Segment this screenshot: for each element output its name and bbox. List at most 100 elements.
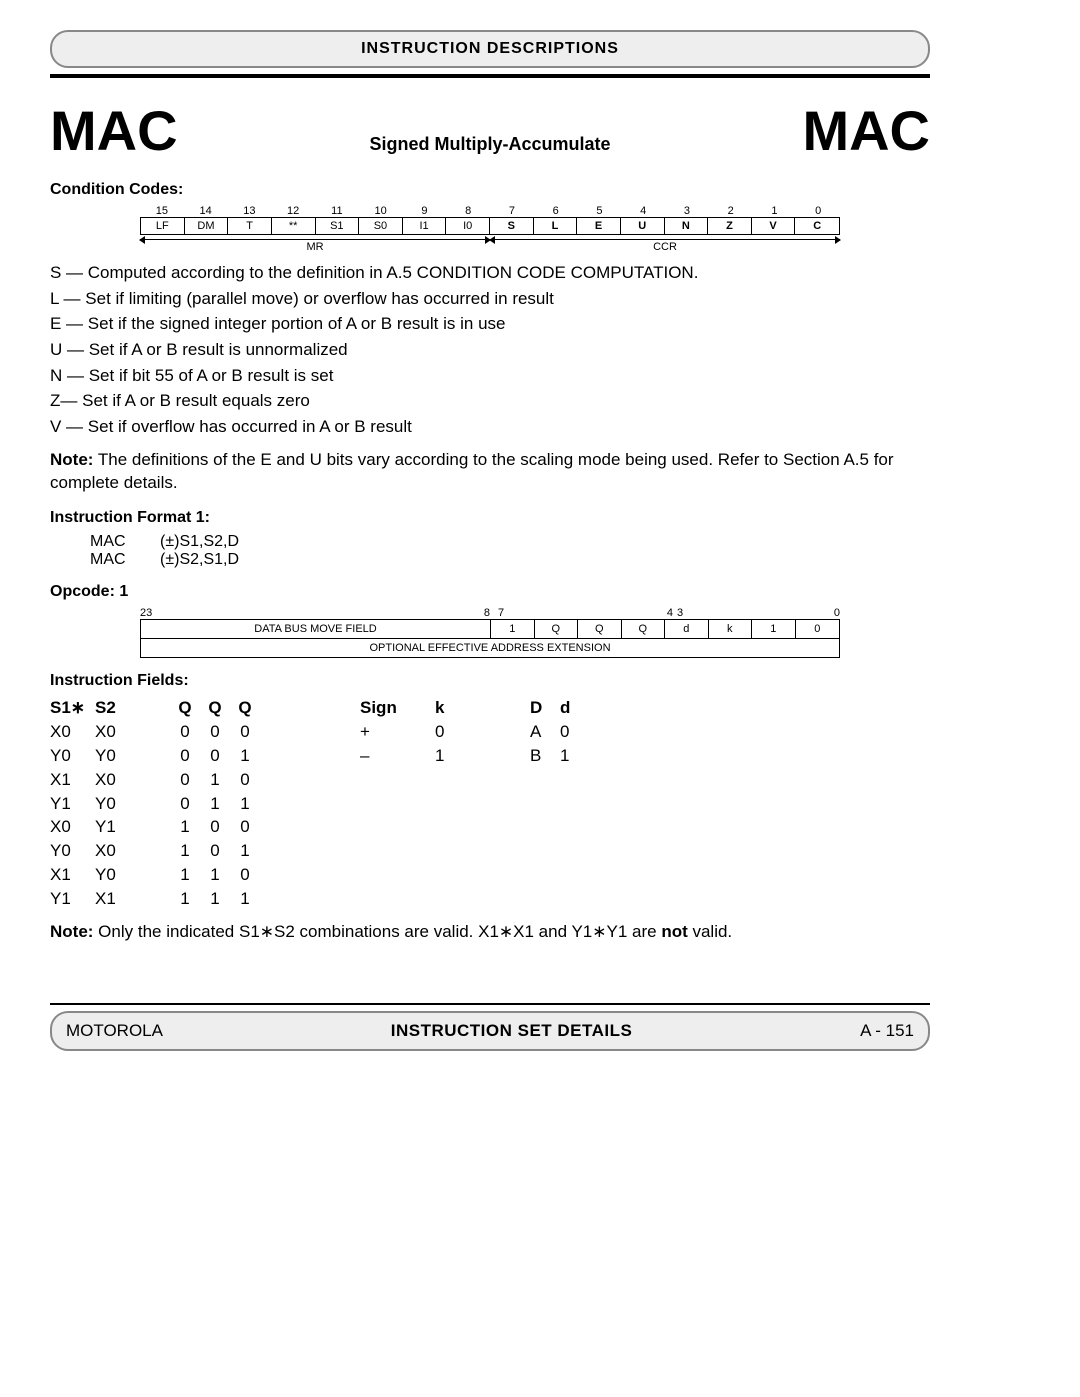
fields-row: X0 X0 0 0 0 + 0 A 0 xyxy=(50,720,930,744)
format-row: MAC (±)S2,S1,D xyxy=(90,551,930,569)
cc-line: S — Computed according to the definition… xyxy=(50,261,930,286)
footer-rule xyxy=(50,1003,930,1005)
fields-row: X1 X0 0 1 0 xyxy=(50,768,930,792)
f-k: 1 xyxy=(435,744,470,768)
bitnum: 11 xyxy=(315,205,359,217)
ccr-bit: DM xyxy=(185,218,229,234)
bitnum: 6 xyxy=(534,205,578,217)
f-s2: Y0 xyxy=(95,863,170,887)
opcode-bit: 0 xyxy=(796,620,840,638)
ccr-bit: N xyxy=(665,218,709,234)
ccr-label: CCR xyxy=(653,241,677,253)
cc-line: E — Set if the signed integer portion of… xyxy=(50,312,930,337)
mr-arrow xyxy=(140,239,490,241)
f-q: 1 xyxy=(170,887,200,911)
opcode-bit: d xyxy=(665,620,709,638)
bitnum: 1 xyxy=(753,205,797,217)
f-q: 1 xyxy=(230,744,260,768)
bitnum: 10 xyxy=(359,205,403,217)
f-s2: X0 xyxy=(95,720,170,744)
f-d: 1 xyxy=(560,744,580,768)
instruction-format-heading: Instruction Format 1: xyxy=(50,509,930,527)
hdr-q: Q xyxy=(170,696,200,720)
fields-row: Y0 Y0 0 0 1 – 1 B 1 xyxy=(50,744,930,768)
opcode-bit: 1 xyxy=(491,620,535,638)
f-s2: X1 xyxy=(95,887,170,911)
instruction-fields-heading: Instruction Fields: xyxy=(50,672,930,690)
fields-row: X1 Y0 1 1 0 xyxy=(50,863,930,887)
f-q: 0 xyxy=(200,839,230,863)
mr-ccr-labels: MR CCR xyxy=(140,237,840,253)
f-s1: Y1 xyxy=(50,792,95,816)
instruction-title-row: MAC Signed Multiply-Accumulate MAC xyxy=(50,98,930,163)
f-s2: X0 xyxy=(95,768,170,792)
ccr-bit: S0 xyxy=(359,218,403,234)
ccr-bit: L xyxy=(534,218,578,234)
ccr-bit: LF xyxy=(141,218,185,234)
hdr-s1: S1∗ xyxy=(50,696,95,720)
note-text-pre: Only the indicated S1∗S2 combinations ar… xyxy=(93,922,661,941)
instruction-fields-note: Note: Only the indicated S1∗S2 combinati… xyxy=(50,921,930,944)
f-q: 0 xyxy=(170,768,200,792)
cc-line: Z— Set if A or B result equals zero xyxy=(50,389,930,414)
ccr-bit: I0 xyxy=(446,218,490,234)
opcode-bitnum: 7 xyxy=(494,607,652,619)
ccr-bit-numbers: 15 14 13 12 11 10 9 8 7 6 5 4 3 2 1 0 xyxy=(140,205,840,217)
ccr-bit: Z xyxy=(708,218,752,234)
fields-row: Y0 X0 1 0 1 xyxy=(50,839,930,863)
opcode-bitnum: 0 xyxy=(698,607,840,619)
hdr-s2: S2 xyxy=(95,696,170,720)
f-s1: X1 xyxy=(50,768,95,792)
opcode-bit-numbers: 23 8 7 4 3 0 xyxy=(140,607,840,619)
note-text: The definitions of the E and U bits vary… xyxy=(50,450,894,492)
f-q: 0 xyxy=(170,792,200,816)
ccr-bit: U xyxy=(621,218,665,234)
bitnum: 8 xyxy=(446,205,490,217)
f-q: 1 xyxy=(230,792,260,816)
opcode-bit: 1 xyxy=(752,620,796,638)
format-mnemonic: MAC xyxy=(90,551,160,569)
bitnum: 13 xyxy=(228,205,272,217)
ccr-arrow xyxy=(490,239,840,241)
f-q: 0 xyxy=(230,815,260,839)
f-q: 0 xyxy=(230,768,260,792)
mnemonic-right: MAC xyxy=(802,98,930,163)
note-label: Note: xyxy=(50,922,93,941)
f-q: 1 xyxy=(230,887,260,911)
page-header-title: INSTRUCTION DESCRIPTIONS xyxy=(361,40,619,57)
f-D: B xyxy=(530,744,560,768)
cc-line: V — Set if overflow has occurred in A or… xyxy=(50,415,930,440)
f-q: 1 xyxy=(200,887,230,911)
f-q: 0 xyxy=(200,815,230,839)
hdr-k: k xyxy=(435,696,470,720)
opcode-diagram: 23 8 7 4 3 0 DATA BUS MOVE FIELD 1 Q Q Q… xyxy=(140,607,840,658)
bitnum: 9 xyxy=(403,205,447,217)
bitnum: 7 xyxy=(490,205,534,217)
f-s2: Y1 xyxy=(95,815,170,839)
note-text-post: valid. xyxy=(688,922,732,941)
fields-header-row: S1∗ S2 Q Q Q Sign k D d xyxy=(50,696,930,720)
opcode-bit: Q xyxy=(578,620,622,638)
f-s1: Y0 xyxy=(50,839,95,863)
condition-codes-note: Note: The definitions of the E and U bit… xyxy=(50,449,930,495)
f-q: 1 xyxy=(230,839,260,863)
f-q: 0 xyxy=(230,720,260,744)
f-s2: Y0 xyxy=(95,744,170,768)
opcode-bitnum: 4 xyxy=(652,607,673,619)
ccr-bit: I1 xyxy=(403,218,447,234)
f-q: 1 xyxy=(200,792,230,816)
instruction-format-body: MAC (±)S1,S2,D MAC (±)S2,S1,D xyxy=(90,533,930,569)
page-header-frame: INSTRUCTION DESCRIPTIONS xyxy=(50,30,930,68)
format-row: MAC (±)S1,S2,D xyxy=(90,533,930,551)
opcode-bitnum: 23 xyxy=(140,607,434,619)
ccr-bit: T xyxy=(228,218,272,234)
opcode-bit: Q xyxy=(535,620,579,638)
opcode-row-2: OPTIONAL EFFECTIVE ADDRESS EXTENSION xyxy=(140,639,840,658)
f-s1: X0 xyxy=(50,720,95,744)
ccr-bit: ** xyxy=(272,218,316,234)
hdr-d: d xyxy=(560,696,580,720)
f-d: 0 xyxy=(560,720,580,744)
hdr-q: Q xyxy=(200,696,230,720)
instruction-fields-table: S1∗ S2 Q Q Q Sign k D d X0 X0 0 0 0 + 0 … xyxy=(50,696,930,910)
f-s1: Y1 xyxy=(50,887,95,911)
